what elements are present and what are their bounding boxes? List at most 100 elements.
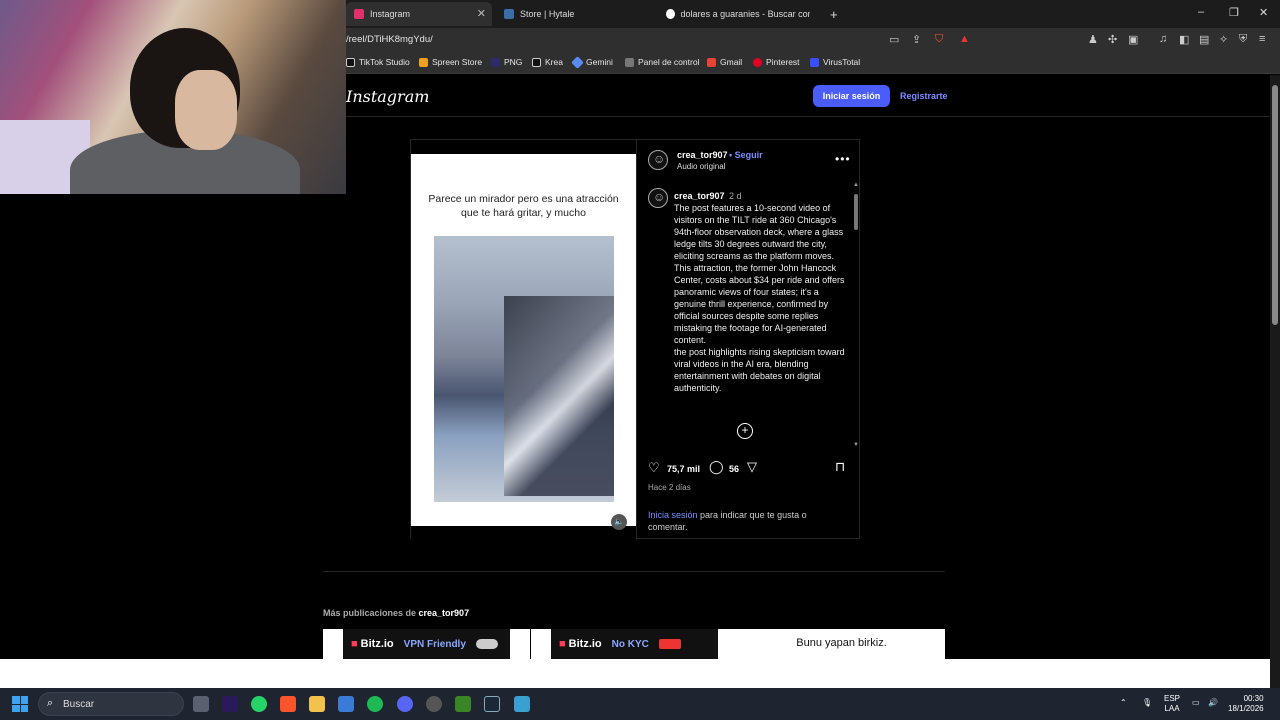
- login-hint: Inicia sesión para indicar que te gusta …: [648, 509, 848, 533]
- bookmark-label: PNG: [504, 57, 523, 67]
- instagram-favicon-icon: [354, 9, 364, 19]
- file-explorer-icon[interactable]: [309, 696, 325, 712]
- video-overlay-caption: Parece un mirador pero es una atracción …: [428, 193, 619, 219]
- toggle-icon: [475, 639, 498, 649]
- close-tab-icon[interactable]: ✕: [477, 7, 486, 20]
- store-icon[interactable]: [338, 696, 354, 712]
- bookmark-gmail[interactable]: Gmail: [707, 57, 742, 67]
- follow-link[interactable]: • Seguir: [729, 150, 763, 160]
- comment-icon[interactable]: ◯: [709, 459, 724, 475]
- tab-instagram[interactable]: Instagram ✕: [346, 2, 492, 26]
- scrollbar-thumb[interactable]: [854, 194, 858, 230]
- bookmark-krea[interactable]: Krea: [532, 57, 563, 67]
- obs-icon[interactable]: [426, 696, 442, 712]
- volume-icon[interactable]: 🔊: [1208, 698, 1218, 708]
- bookmark-png[interactable]: PNG: [491, 57, 522, 67]
- tray-overflow-icon[interactable]: ⌃: [1120, 698, 1127, 708]
- ad-tag: VPN Friendly: [403, 638, 466, 650]
- task-view-icon[interactable]: [193, 696, 209, 712]
- reel-video[interactable]: Parece un mirador pero es una atracción …: [411, 140, 636, 540]
- windows-start-icon[interactable]: [12, 696, 28, 712]
- bookmark-pinterest[interactable]: Pinterest: [753, 57, 800, 67]
- brave-shield-icon[interactable]: ⛉: [935, 33, 943, 46]
- bitz-logo-icon: ■: [351, 638, 358, 650]
- install-app-icon[interactable]: ▭: [889, 33, 899, 46]
- share-icon[interactable]: ⇪: [912, 33, 921, 46]
- instagram-logo[interactable]: Instagram: [346, 87, 429, 106]
- close-window-icon[interactable]: ✕: [1259, 6, 1268, 19]
- mute-icon[interactable]: 🔈: [611, 514, 627, 530]
- save-bookmark-icon[interactable]: ⊓: [835, 459, 845, 475]
- tab-google-search[interactable]: dolares a guaranies - Buscar con Goo: [658, 2, 818, 26]
- new-tab-button[interactable]: +: [822, 2, 842, 26]
- post-thumbnail[interactable]: ■ Bitz.io VPN Friendly: [323, 629, 530, 659]
- post-actions: ♡ 75,7 mil ◯ 56 ▽ ⊓: [637, 458, 861, 478]
- sidebar-icon[interactable]: ◧: [1179, 33, 1189, 46]
- menu-icon[interactable]: ≡: [1259, 33, 1265, 45]
- restore-icon[interactable]: ❐: [1229, 6, 1239, 19]
- login-button[interactable]: Iniciar sesión: [813, 85, 890, 107]
- leo-ai-icon[interactable]: ✧: [1219, 33, 1228, 46]
- more-posts-grid: ■ Bitz.io VPN Friendly ■ Bitz.io No KYC Bunu…: [323, 629, 945, 659]
- tab-label: Store | Hytale: [520, 9, 575, 19]
- post-thumbnail[interactable]: ■ Bitz.io No KYC: [531, 629, 738, 659]
- signup-link[interactable]: Registrarte: [900, 91, 948, 101]
- caption-scrollbar[interactable]: ▲ ▼: [853, 182, 859, 450]
- language-indicator[interactable]: ESP LAA: [1164, 694, 1180, 714]
- post-username[interactable]: crea_tor907: [677, 150, 728, 160]
- bookmark-gemini[interactable]: Gemini: [571, 55, 613, 69]
- bookmark-virustotal[interactable]: VirusTotal: [810, 57, 860, 67]
- more-options-icon[interactable]: •••: [835, 152, 851, 166]
- premiere-icon[interactable]: [222, 696, 238, 712]
- like-icon[interactable]: ♡: [648, 460, 660, 476]
- ad-brand: Bitz.io: [568, 638, 602, 650]
- bookmark-tiktok-studio[interactable]: TikTok Studio: [346, 57, 410, 67]
- ad-brand: Bitz.io: [360, 638, 394, 650]
- page-scrollbar[interactable]: [1270, 75, 1280, 688]
- vpn-icon[interactable]: ⛨: [1239, 33, 1247, 46]
- page-scrollbar-thumb[interactable]: [1272, 85, 1278, 325]
- brave-icon[interactable]: [280, 696, 296, 712]
- tab-search-icon[interactable]: ▣: [1128, 33, 1138, 46]
- like-count[interactable]: 75,7 mil: [667, 464, 700, 474]
- taskbar-search[interactable]: ⌕ Buscar: [38, 692, 184, 716]
- minecraft-icon[interactable]: [455, 696, 471, 712]
- bookmark-spreen-store[interactable]: Spreen Store: [419, 57, 482, 67]
- wallet-icon[interactable]: ▤: [1199, 33, 1209, 46]
- url-input[interactable]: /reel/DTiHK8mgYdu/: [346, 34, 433, 45]
- notepad-icon[interactable]: [514, 696, 530, 712]
- tab-hytale[interactable]: Store | Hytale: [496, 2, 646, 26]
- puzzle-extensions-icon[interactable]: ✣: [1108, 33, 1117, 46]
- login-hint-link[interactable]: Inicia sesión: [648, 510, 698, 520]
- scroll-down-icon[interactable]: ▼: [853, 442, 859, 448]
- virustotal-icon: [810, 57, 819, 67]
- brave-rewards-icon[interactable]: ▲: [959, 33, 970, 45]
- scroll-up-icon[interactable]: ▲: [853, 182, 859, 188]
- audio-label[interactable]: Audio original: [677, 162, 725, 171]
- video-frame: Parece un mirador pero es una atracción …: [411, 154, 636, 526]
- load-more-comments-icon[interactable]: +: [737, 423, 753, 439]
- bookmark-panel-de-control[interactable]: Panel de control: [625, 57, 699, 67]
- hytale-favicon-icon: [504, 9, 514, 19]
- discord-icon[interactable]: [397, 696, 413, 712]
- clock-date: 18/1/2026: [1228, 704, 1264, 713]
- avatar[interactable]: [648, 188, 668, 208]
- whatsapp-icon[interactable]: [251, 696, 267, 712]
- avatar[interactable]: [648, 150, 668, 170]
- network-icon[interactable]: ▭: [1192, 698, 1200, 708]
- caption-username[interactable]: crea_tor907: [674, 191, 725, 201]
- extension-icon[interactable]: ♟: [1088, 33, 1098, 46]
- microphone-icon[interactable]: 🎙: [1142, 698, 1152, 708]
- share-send-icon[interactable]: ▽: [747, 459, 757, 475]
- spotify-icon[interactable]: [367, 696, 383, 712]
- media-controls-icon[interactable]: ♫: [1159, 33, 1167, 45]
- post-thumbnail[interactable]: Bunu yapan birkiz.: [738, 629, 945, 659]
- steam-icon[interactable]: [484, 696, 500, 712]
- lang-bottom: LAA: [1164, 704, 1180, 713]
- krea-icon: [532, 57, 541, 67]
- clock[interactable]: 00:30 18/1/2026: [1228, 694, 1264, 714]
- ad-banner: ■ Bitz.io VPN Friendly: [343, 629, 510, 659]
- minimize-icon[interactable]: –: [1198, 6, 1204, 18]
- post-sidebar: crea_tor907 • Seguir Audio original ••• …: [636, 140, 861, 540]
- more-posts-username[interactable]: crea_tor907: [419, 608, 470, 618]
